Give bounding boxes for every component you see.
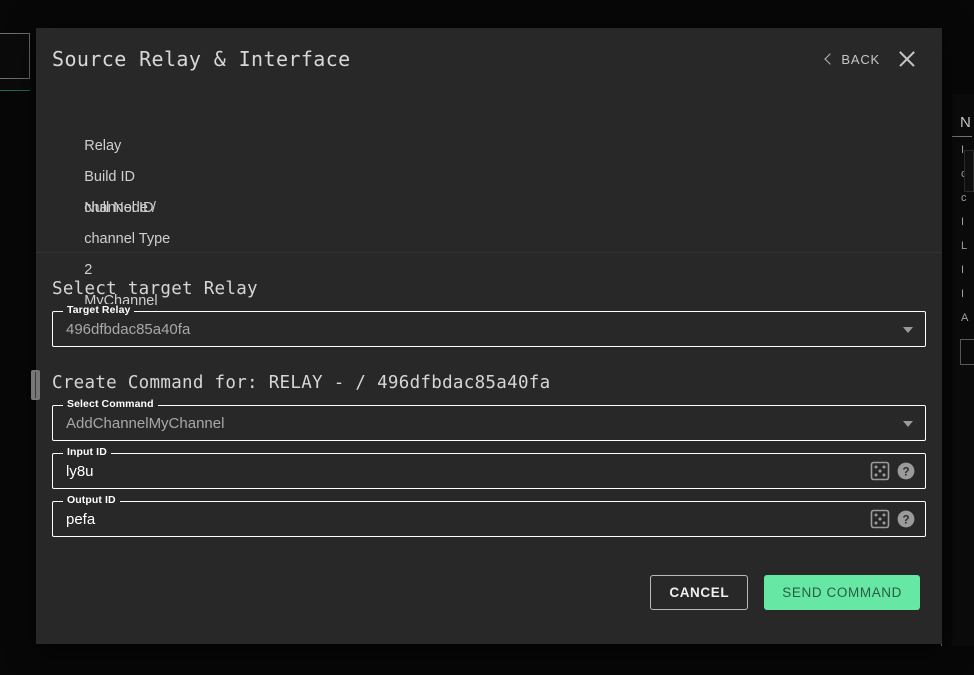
target-relay-heading: Select target Relay (52, 279, 258, 299)
info-row: channel ID 2 (52, 162, 926, 278)
info-row-key: Relay (84, 138, 122, 154)
app-root: N I c c I L I I A Source Relay & Interfa… (0, 0, 974, 675)
background-right-panel-item: I (961, 264, 965, 276)
select-command-dropdown[interactable]: Select Command AddChannelMyChannel (52, 398, 926, 441)
create-command-heading: Create Command for: RELAY - / 496dfbdac8… (52, 373, 551, 393)
background-right-panel-item: A (961, 312, 969, 324)
dialog-footer: CANCEL SEND COMMAND (36, 549, 942, 610)
output-id-label: Output ID (63, 494, 120, 507)
background-right-block (964, 150, 974, 192)
target-relay-select[interactable]: Target Relay 496dfbdac85a40fa (52, 304, 926, 347)
target-relay-section: Select target Relay Target Relay 496dfbd… (36, 279, 942, 347)
background-left-panel-bottom (0, 79, 30, 91)
input-id-label: Input ID (63, 446, 111, 459)
field-outline (52, 453, 926, 489)
source-relay-interface-dialog: Source Relay & Interface BACK Relay Null… (31, 28, 942, 644)
dice-icon[interactable] (870, 509, 890, 529)
output-id-field[interactable]: Output ID pefa ? (52, 494, 926, 537)
section-divider (36, 252, 942, 253)
output-id-actions: ? (870, 509, 916, 529)
field-outline (52, 501, 926, 537)
back-button-label: BACK (841, 51, 880, 67)
background-right-panel-item: L (961, 240, 968, 252)
dice-icon[interactable] (870, 461, 890, 481)
back-button[interactable]: BACK (823, 52, 880, 67)
input-id-actions: ? (870, 461, 916, 481)
chevron-down-icon (903, 421, 913, 427)
background-right-panel-title: N (952, 94, 972, 137)
info-row-key: channel ID (84, 200, 154, 216)
help-circle-icon[interactable]: ? (896, 461, 916, 481)
svg-text:?: ? (902, 515, 909, 527)
create-command-section: Create Command for: RELAY - / 496dfbdac8… (36, 373, 942, 537)
background-right-panel-item: I (961, 288, 965, 300)
info-row-key: Build ID (84, 169, 136, 185)
input-id-field[interactable]: Input ID ly8u ? (52, 446, 926, 489)
background-right-panel-item: I (961, 216, 965, 228)
dialog-header-actions: BACK (823, 46, 920, 72)
cancel-button[interactable]: CANCEL (650, 575, 749, 610)
background-right-panel-box (960, 339, 974, 365)
chevron-down-icon (903, 327, 913, 333)
help-circle-icon[interactable]: ? (896, 509, 916, 529)
dialog-title: Source Relay & Interface (52, 47, 351, 71)
target-relay-select-label: Target Relay (63, 304, 135, 317)
input-id-value: ly8u (66, 462, 94, 480)
dialog-drag-handle[interactable] (31, 370, 40, 400)
target-relay-select-value: 496dfbdac85a40fa (66, 320, 191, 338)
info-row: channel Type MyChannel (52, 193, 926, 309)
relay-info-list: Relay Null Node / Build ID channel ID 2 … (36, 90, 942, 309)
close-icon[interactable] (894, 46, 920, 72)
select-command-label: Select Command (63, 398, 158, 411)
svg-text:?: ? (902, 467, 909, 479)
output-id-value: pefa (66, 510, 96, 528)
background-left-panel-top (0, 33, 30, 79)
info-row-key: channel Type (84, 231, 171, 247)
select-command-value: AddChannelMyChannel (66, 414, 225, 432)
chevron-left-icon (823, 54, 834, 65)
info-row: Build ID (52, 131, 926, 185)
info-row: Relay Null Node / (52, 100, 926, 216)
dialog-header: Source Relay & Interface BACK (36, 28, 942, 90)
send-command-button[interactable]: SEND COMMAND (764, 575, 920, 610)
